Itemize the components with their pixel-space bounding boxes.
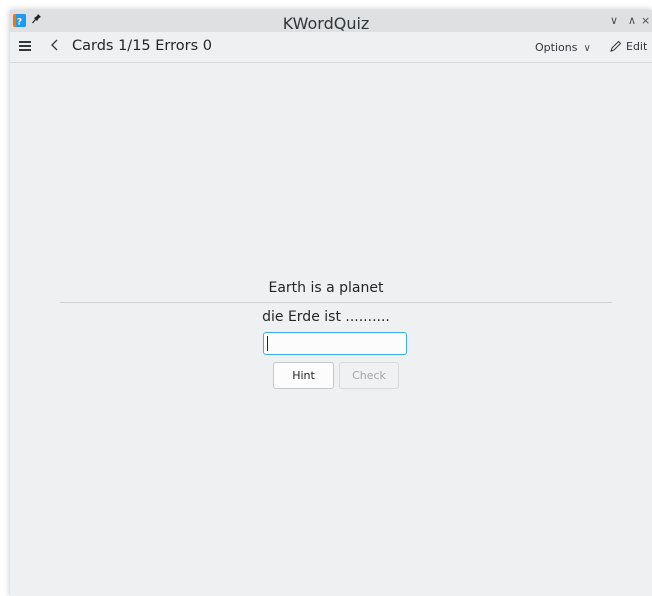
close-button[interactable]: × — [641, 12, 652, 30]
pencil-icon — [610, 40, 622, 52]
hamburger-menu-icon[interactable] — [19, 41, 31, 51]
main-toolbar: Cards 1/15 Errors 0 Options ∨ Edit — [10, 32, 652, 63]
app-window: ? Cards 1/15 Errors 0 Options ∨ Edit — [10, 10, 652, 596]
check-button[interactable]: Check — [339, 362, 399, 389]
question-text: Earth is a planet — [268, 280, 384, 296]
chevron-down-icon: ∨ — [583, 43, 591, 54]
answer-input[interactable] — [263, 332, 407, 355]
minimize-button[interactable]: ∨ — [606, 12, 622, 30]
options-menu-button[interactable]: Options ∨ — [535, 41, 591, 54]
options-label: Options — [535, 41, 578, 54]
edit-button[interactable]: Edit — [610, 40, 647, 53]
hint-button[interactable]: Hint — [273, 362, 334, 389]
text-caret — [267, 336, 268, 351]
card-divider — [60, 302, 612, 303]
maximize-button[interactable]: ∧ — [624, 12, 640, 30]
edit-label: Edit — [626, 40, 648, 53]
back-icon[interactable] — [50, 37, 60, 57]
prompt-text: die Erde ist .......... — [262, 309, 390, 325]
window-title: KWordQuiz — [282, 14, 370, 33]
page-title: Cards 1/15 Errors 0 — [72, 38, 212, 54]
